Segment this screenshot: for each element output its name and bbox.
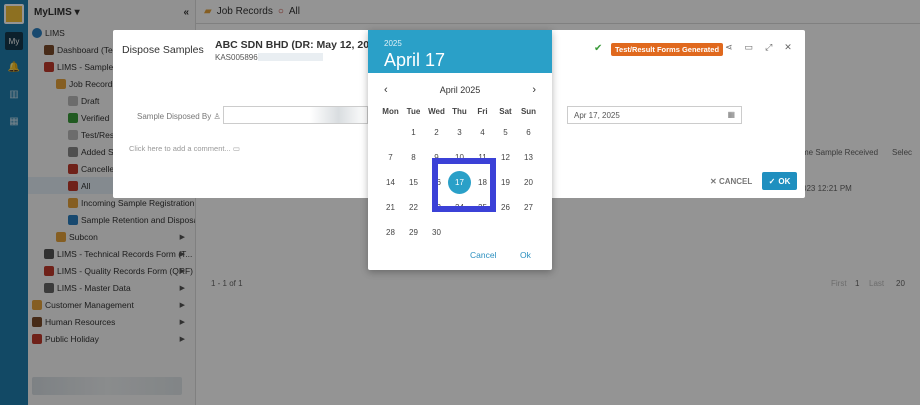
picker-year[interactable]: 2025 bbox=[384, 39, 536, 48]
day-number: 28 bbox=[386, 228, 395, 237]
calendar-day[interactable]: 3 bbox=[448, 128, 471, 137]
calendar-day[interactable]: 27 bbox=[517, 203, 540, 212]
day-number: 15 bbox=[409, 178, 418, 187]
user-icon: ♙ bbox=[213, 112, 221, 121]
company-name: ABC SDN BHD (DR: May 12, 2023) bbox=[215, 39, 385, 51]
picker-selected-date: April 17 bbox=[384, 50, 446, 70]
comment-input[interactable]: Click here to add a comment... ▭ bbox=[129, 144, 240, 153]
calendar-day[interactable]: 12 bbox=[494, 153, 517, 162]
weekday-label: Sun bbox=[520, 106, 537, 116]
calendar-day[interactable]: 29 bbox=[402, 228, 425, 237]
day-number: 29 bbox=[409, 228, 418, 237]
date-picker: 2025 April 17 ‹ April 2025 › Mon Tue Wed Th… bbox=[368, 30, 552, 270]
calendar-day[interactable]: 13 bbox=[517, 153, 540, 162]
calendar-day[interactable]: 19 bbox=[494, 178, 517, 187]
calendar-day[interactable]: 15 bbox=[402, 178, 425, 187]
chevron-right-icon[interactable]: › bbox=[532, 84, 536, 96]
calendar-day[interactable]: 28 bbox=[379, 228, 402, 237]
week-row: 28 29 30 bbox=[379, 220, 541, 245]
day-number: 14 bbox=[386, 178, 395, 187]
ok-button[interactable]: ✓ OK bbox=[762, 172, 797, 190]
picker-cancel-button[interactable]: Cancel bbox=[470, 250, 496, 260]
expand-icon[interactable]: ⤢ bbox=[765, 42, 772, 53]
calendar-day[interactable]: 14 bbox=[379, 178, 402, 187]
selection-highlight bbox=[432, 158, 496, 212]
day-number: 21 bbox=[386, 203, 395, 212]
comment-icon[interactable]: ▭ bbox=[745, 42, 754, 53]
comment-icon: ▭ bbox=[232, 144, 240, 153]
day-number: 1 bbox=[411, 128, 416, 137]
picker-ok-button[interactable]: Ok bbox=[520, 250, 531, 260]
month-nav: ‹ April 2025 › bbox=[368, 79, 552, 101]
day-number: 13 bbox=[524, 153, 533, 162]
day-number: 2 bbox=[434, 128, 439, 137]
month-label: April 2025 bbox=[439, 85, 481, 95]
day-number: 27 bbox=[524, 203, 533, 212]
weekday-label: Fri bbox=[477, 106, 488, 116]
day-number: 4 bbox=[480, 128, 485, 137]
blurred-text bbox=[258, 53, 323, 61]
calendar-day[interactable]: 2 bbox=[425, 128, 448, 137]
chevron-left-icon[interactable]: ‹ bbox=[384, 84, 388, 96]
field-label: Sample Disposed By ♙ bbox=[137, 112, 221, 121]
calendar-day[interactable]: 4 bbox=[471, 128, 494, 137]
calendar-day[interactable]: 22 bbox=[402, 203, 425, 212]
date-input[interactable]: Apr 17, 2025 ▦ bbox=[567, 106, 742, 124]
cancel-button[interactable]: ✕ CANCEL bbox=[710, 177, 752, 186]
share-icon[interactable]: ⋖ bbox=[725, 42, 733, 53]
day-number: 19 bbox=[501, 178, 510, 187]
calendar-day[interactable]: 7 bbox=[379, 153, 402, 162]
calendar-day[interactable]: 30 bbox=[425, 228, 448, 237]
cancel-label: CANCEL bbox=[718, 177, 753, 186]
day-number: 12 bbox=[501, 153, 510, 162]
calendar-day[interactable]: 6 bbox=[517, 128, 540, 137]
comment-placeholder: Click here to add a comment... bbox=[129, 144, 231, 153]
day-number: 30 bbox=[432, 228, 441, 237]
calendar-day[interactable]: 1 bbox=[402, 128, 425, 137]
picker-header: 2025 April 17 bbox=[368, 30, 552, 73]
date-value: Apr 17, 2025 bbox=[574, 110, 620, 120]
calendar-day[interactable]: 5 bbox=[494, 128, 517, 137]
ok-label: OK bbox=[778, 176, 791, 186]
close-icon[interactable]: ✕ bbox=[784, 42, 792, 53]
day-number: 7 bbox=[388, 153, 393, 162]
calendar-day[interactable]: 20 bbox=[517, 178, 540, 187]
weekday-label: Wed bbox=[428, 106, 445, 116]
day-number: 3 bbox=[457, 128, 462, 137]
dialog-title: Dispose Samples bbox=[122, 44, 204, 56]
job-code: KAS005896 bbox=[215, 53, 258, 62]
day-number: 8 bbox=[411, 153, 416, 162]
check-circle-icon: ✔ bbox=[594, 43, 603, 54]
weekday-label: Thu bbox=[452, 106, 467, 116]
dialog-toolbar: ⋖ ▭ ⤢ ✕ bbox=[725, 42, 792, 53]
weekday-row: Mon Tue Wed Thu Fri Sat Sun bbox=[379, 102, 541, 120]
day-number: 22 bbox=[409, 203, 418, 212]
calendar-day[interactable]: 8 bbox=[402, 153, 425, 162]
status-badge: Test/Result Forms Generated bbox=[611, 43, 724, 56]
field-label-text: Sample Disposed By bbox=[137, 112, 212, 121]
calendar-icon[interactable]: ▦ bbox=[727, 110, 735, 119]
day-number: 6 bbox=[526, 128, 531, 137]
day-number: 26 bbox=[501, 203, 510, 212]
week-row: 1 2 3 4 5 6 bbox=[379, 120, 541, 145]
weekday-label: Sat bbox=[499, 106, 512, 116]
disposed-by-input[interactable] bbox=[223, 106, 368, 124]
day-number: 20 bbox=[524, 178, 533, 187]
weekday-label: Tue bbox=[406, 106, 421, 116]
calendar-day[interactable]: 26 bbox=[494, 203, 517, 212]
calendar-day[interactable]: 21 bbox=[379, 203, 402, 212]
weekday-label: Mon bbox=[382, 106, 399, 116]
day-number: 5 bbox=[503, 128, 508, 137]
